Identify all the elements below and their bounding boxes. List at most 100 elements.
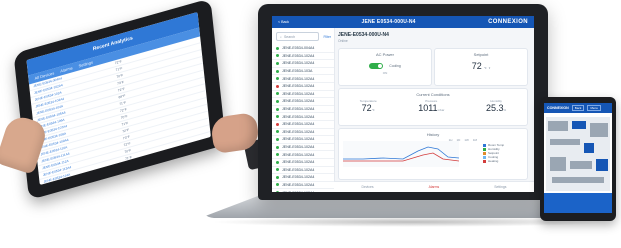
status-dot-icon (276, 61, 279, 65)
nav-settings[interactable]: Settings (494, 185, 506, 189)
device-mockup-scene: Recent Analytics All Devices Alarms Sett… (0, 0, 621, 248)
search-icon: ⌕ (280, 34, 282, 39)
range-tab-1w[interactable]: 1W (464, 138, 469, 142)
floor-block (552, 177, 604, 183)
legend-item: Heating (483, 159, 523, 163)
condition-unit: °F (371, 108, 375, 112)
device-list-item[interactable]: JENE-E0534-102A4 (272, 98, 334, 106)
back-button[interactable]: < Back (278, 20, 289, 24)
chart-background (343, 141, 459, 167)
device-list-item[interactable]: JENE-E0534-102A4 (272, 129, 334, 137)
device-list-label: JENE-E0534-102A4 (282, 61, 315, 66)
floor-block (596, 159, 608, 171)
nav-devices[interactable]: Devices (362, 185, 374, 189)
tablet-body: Recent Analytics All Devices Alarms Sett… (13, 0, 227, 201)
device-list-item[interactable]: JENE-E0534-102A4 (272, 167, 334, 175)
laptop-screen: < Back JENE E0534-000U-N4 CONNEXION ⌕ Se… (272, 16, 534, 192)
filter-button[interactable]: Filter (323, 35, 331, 39)
status-dot-icon (276, 168, 279, 172)
status-dot-icon (276, 175, 279, 179)
phone-brand: CONNEXION (547, 106, 569, 110)
device-list-item[interactable]: JENE-E0534-102A4 (272, 75, 334, 83)
phone-bottom-panel (544, 193, 612, 213)
nav-alarms[interactable]: Alarms (429, 185, 440, 189)
status-dot-icon (276, 54, 279, 58)
setpoint-card: Setpoint 72 °F ▾ (434, 48, 528, 86)
tablet: Recent Analytics All Devices Alarms Sett… (12, 0, 230, 216)
device-list-item[interactable]: JENE-E0534-102A4 (272, 182, 334, 190)
device-list-label: JENE-E0534-102A4 (282, 99, 315, 104)
device-list-item[interactable]: JENE-E0534-004A4 (272, 45, 334, 53)
cooling-label: Cooling (389, 64, 401, 68)
status-dot-icon (276, 77, 279, 81)
device-list-label: JENE-E0534-102A4 (282, 76, 315, 81)
phone-header: CONNEXION Back Menu (544, 103, 612, 113)
device-list-item[interactable]: JENE-E0534-102A4 (272, 174, 334, 182)
range-tab-1m[interactable]: 1M (473, 138, 477, 142)
device-list-label: JENE-E0534-102A4 (282, 167, 315, 172)
device-list-item[interactable]: JENE-E0534-102A4 (272, 151, 334, 159)
status-dot-icon (276, 84, 279, 88)
device-list-label: JENE-E0534-102A4 (282, 53, 315, 58)
device-list-label: JENE-E0534-102A4 (282, 91, 315, 96)
legend-swatch (483, 147, 486, 151)
device-list-label: JENE-E0534-102A4 (282, 191, 314, 192)
condition-temperature: Temperature 72°F (360, 99, 377, 113)
status-dot-icon (276, 130, 279, 134)
device-sidebar: ⌕ Search Filter JENE-E0534-004A4 JENE-E05… (272, 28, 335, 192)
device-list-item[interactable]: JENE-E0534-102A4 (272, 60, 334, 68)
legend-swatch (483, 159, 486, 163)
status-dot-icon (276, 183, 279, 187)
condition-unit: mbar (437, 108, 445, 112)
ac-power-toggle[interactable] (369, 63, 384, 69)
legend-swatch (483, 155, 486, 159)
device-list-item[interactable]: JENE-E0534-102A4 (272, 189, 334, 192)
setpoint-value[interactable]: 72 (472, 61, 482, 71)
device-list-item[interactable]: JENE-E0534-102A4 (272, 113, 334, 121)
conditions-title: Current Conditions (416, 92, 450, 97)
status-dot-icon (276, 153, 279, 157)
device-list-label: JENE-E0534-102A4 (282, 84, 315, 89)
search-input[interactable]: ⌕ Search (276, 32, 320, 41)
floor-block (548, 121, 568, 131)
legend-swatch (483, 151, 486, 155)
device-list-item[interactable]: JENE-E0534-102A4 (272, 144, 334, 152)
status-dot-icon (276, 145, 279, 149)
device-list-item[interactable]: JENE-E0534-103A (272, 68, 334, 76)
floor-block (572, 121, 586, 129)
status-dot-icon (276, 46, 279, 50)
device-list-item[interactable]: JENE-E0534-102A4 (272, 91, 334, 99)
device-list-item[interactable]: JENE-E0534-102A4 (272, 83, 334, 91)
device-list-label: JENE-E0534-102A4 (282, 137, 315, 142)
status-dot-icon (276, 160, 279, 164)
chevron-down-icon[interactable]: ▾ (489, 66, 491, 70)
condition-pressure: Pressure 1011mbar (418, 99, 444, 113)
condition-humidity: Humidity 25.3% (486, 99, 506, 113)
brand-logo: CONNEXION (488, 19, 528, 25)
device-list-label: JENE-E0534-102A4 (282, 160, 315, 165)
history-card: History 1H 1D 1W 1M Room Temp Humidity S… (338, 128, 528, 180)
device-list-item[interactable]: JENE-E0534-102A4 (272, 159, 334, 167)
device-list-item[interactable]: JENE-E0534-102A4 (272, 106, 334, 114)
phone-back-button[interactable]: Back (571, 105, 585, 111)
status-dot-icon (276, 69, 279, 73)
search-placeholder: Search (283, 34, 296, 39)
condition-value: 25.3 (485, 103, 504, 113)
status-dot-icon (276, 122, 279, 126)
device-status: Online (338, 39, 348, 43)
device-list-item[interactable]: JENE-E0534-102A4 (272, 136, 334, 144)
device-list-label: JENE-E0534-102A4 (282, 107, 315, 112)
device-list-label: JENE-E0534-103A (282, 69, 313, 74)
status-dot-icon (276, 191, 279, 192)
history-legend: Room Temp Humidity Setpoint Cooling Heat… (483, 143, 523, 163)
floor-block (570, 161, 592, 169)
device-list-label: JENE-E0534-102A4 (282, 182, 315, 187)
device-list-label: JENE-E0534-102A4 (282, 175, 315, 180)
status-dot-icon (276, 92, 279, 96)
legend-swatch (483, 143, 486, 147)
conditions-card: Current Conditions Temperature 72°F Pres… (338, 88, 528, 126)
device-list-item[interactable]: JENE-E0534-102A4 (272, 121, 334, 129)
phone-menu-button[interactable]: Menu (587, 105, 601, 111)
device-list-item[interactable]: JENE-E0534-102A4 (272, 53, 334, 61)
device-list-label: JENE-E0534-102A4 (282, 114, 315, 119)
